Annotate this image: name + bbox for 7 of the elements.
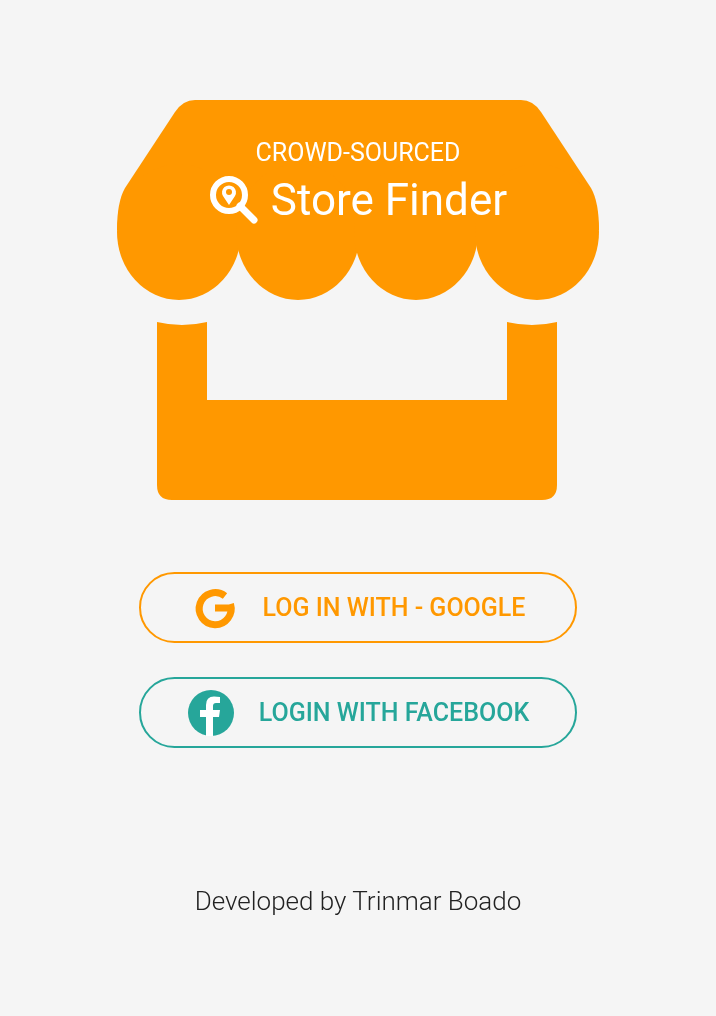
facebook-login-button[interactable]: LOGIN WITH FACEBOOK [139, 677, 577, 748]
google-login-button[interactable]: LOG IN WITH - GOOGLE [139, 572, 577, 643]
app-subtitle: CROWD-SOURCED [255, 138, 461, 168]
location-search-icon [208, 175, 259, 225]
facebook-icon [186, 688, 235, 737]
developer-credit: Developed by Trinmar Boado [194, 886, 522, 916]
app-title: Store Finder [270, 174, 508, 226]
